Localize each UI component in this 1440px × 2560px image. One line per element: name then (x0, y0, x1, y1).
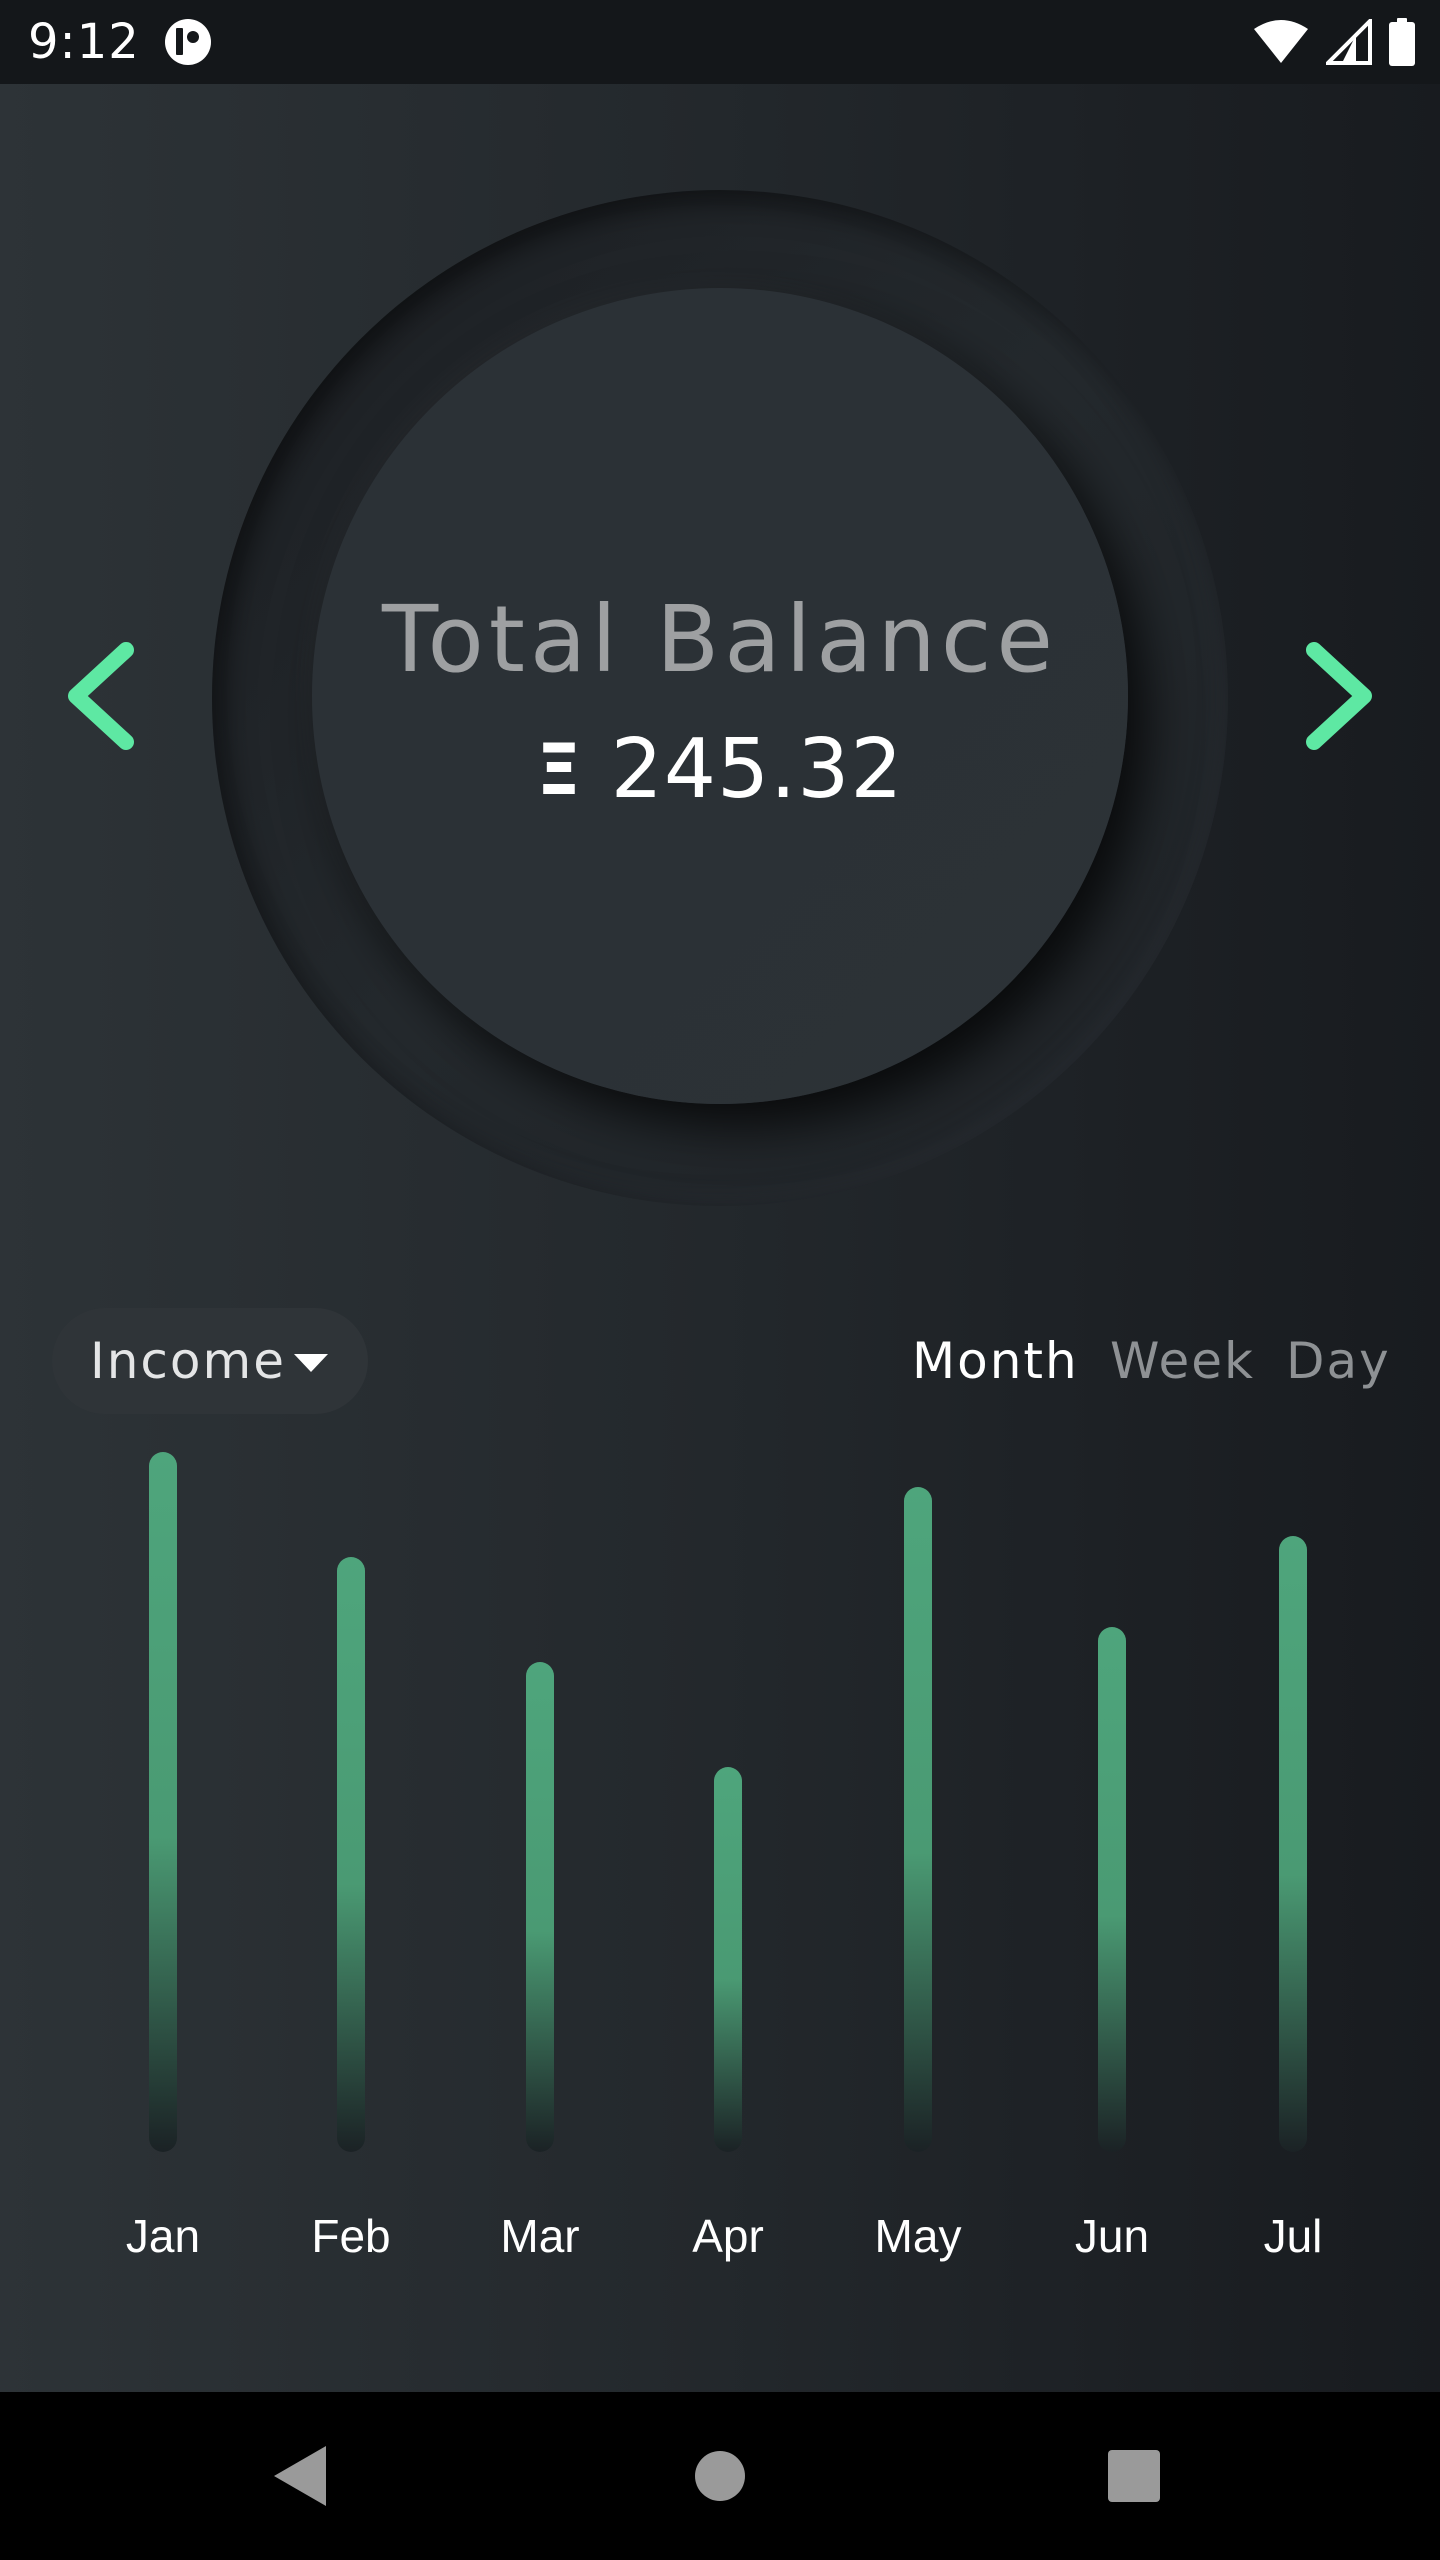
balance-title: Total Balance (381, 586, 1059, 693)
bottom-area (0, 2300, 1440, 2392)
back-icon (274, 2446, 326, 2506)
system-nav-bar (0, 2392, 1440, 2560)
chart-label-apr: Apr (692, 2210, 764, 2262)
wifi-icon (1254, 20, 1308, 63)
home-icon (695, 2451, 745, 2501)
caret-down-icon (294, 1354, 328, 1372)
chart-bar-mar[interactable] (526, 1662, 554, 2152)
recent-apps-button[interactable] (1054, 2392, 1214, 2560)
tab-month[interactable]: Month (912, 1328, 1079, 1394)
chart-bar-jan[interactable] (149, 1452, 177, 2152)
chart-bar-jul[interactable] (1279, 1536, 1307, 2152)
chart-bars (149, 1452, 1307, 2152)
status-icons (1252, 16, 1416, 68)
balance-amount: 245.32 (610, 722, 904, 817)
status-bar: 9:12 (0, 0, 1440, 84)
chart-bar-apr[interactable] (714, 1767, 742, 2152)
income-bar-chart: Jan Feb Mar Apr May Jun Jul (126, 1452, 1322, 2262)
chart-bar-jun[interactable] (1098, 1627, 1126, 2152)
chart-label-feb: Feb (311, 2210, 390, 2262)
chart-x-labels: Jan Feb Mar Apr May Jun Jul (126, 2210, 1322, 2262)
status-time: 9:12 (28, 14, 140, 70)
chart-label-jul: Jul (1264, 2210, 1323, 2262)
chevron-left-icon[interactable] (58, 636, 148, 756)
chevron-right-icon[interactable] (1292, 636, 1382, 756)
back-button[interactable] (220, 2392, 380, 2560)
home-button[interactable] (640, 2392, 800, 2560)
income-dropdown-label: Income (90, 1332, 286, 1390)
balance-amount-row: Ξ 245.32 (312, 722, 1128, 818)
chart-label-mar: Mar (500, 2210, 579, 2262)
balance-dial (312, 288, 1128, 1104)
chart-label-may: May (875, 2210, 962, 2262)
recent-apps-icon (1108, 2450, 1160, 2502)
ethereum-currency-symbol: Ξ (536, 729, 581, 811)
chart-bar-feb[interactable] (337, 1557, 365, 2152)
app-notification-icon (165, 19, 211, 65)
chart-label-jun: Jun (1075, 2210, 1149, 2262)
tab-day[interactable]: Day (1286, 1328, 1391, 1394)
tab-week[interactable]: Week (1110, 1328, 1255, 1394)
chart-label-jan: Jan (126, 2210, 200, 2262)
battery-icon (1389, 18, 1415, 66)
income-dropdown[interactable]: Income (52, 1308, 368, 1414)
cellular-signal-icon (1326, 19, 1372, 65)
chart-bar-may[interactable] (904, 1487, 932, 2152)
app-screen: 9:12 Total Balance Ξ 245.32 Income Month… (0, 0, 1440, 2560)
